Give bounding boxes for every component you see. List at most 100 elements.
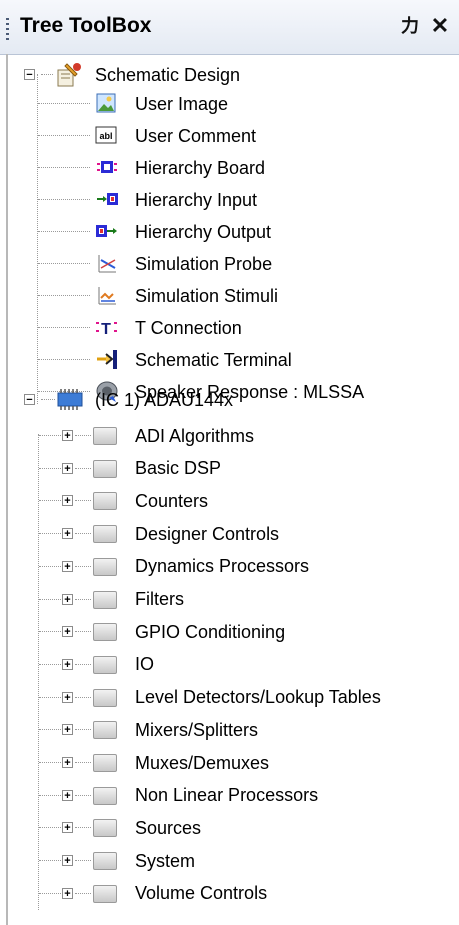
tree-node-level-detectors-lookup-tables[interactable]: Level Detectors/Lookup Tables (135, 682, 381, 714)
tree-guide-line (39, 533, 61, 535)
tree-guide-line (38, 327, 90, 328)
tree-guide-line (39, 435, 61, 436)
expand-toggle[interactable]: + (62, 528, 73, 540)
tree-node-t-connection[interactable]: T Connection (135, 312, 242, 344)
tree-guide-line (75, 860, 91, 862)
toolbox-title: Tree ToolBox (20, 14, 152, 37)
expand-toggle[interactable]: + (62, 658, 73, 670)
folder-icon (93, 786, 117, 805)
tree-node-schematic-design[interactable]: Schematic Design (95, 59, 240, 91)
expand-toggle[interactable]: + (62, 789, 73, 801)
expand-toggle[interactable]: + (62, 724, 73, 736)
tree-node-user-image[interactable]: User Image (135, 88, 228, 120)
tree-guide-line (75, 696, 91, 698)
folder-icon (93, 492, 117, 511)
tree-node-gpio-conditioning[interactable]: GPIO Conditioning (135, 616, 285, 648)
tree-guide-line (39, 794, 61, 796)
tree-guide-line (75, 892, 91, 894)
folder-icon (93, 721, 117, 740)
tree-node-basic-dsp[interactable]: Basic DSP (135, 453, 221, 485)
pin-icon[interactable]: ⼒ (399, 15, 421, 37)
stimuli-icon (95, 284, 117, 306)
tree-node-schematic-terminal[interactable]: Schematic Terminal (135, 344, 292, 376)
tree-node-user-comment[interactable]: User Comment (135, 120, 256, 152)
tree-node-mixers-splitters[interactable]: Mixers/Splitters (135, 714, 258, 746)
tree-guide-line (75, 500, 91, 502)
expand-toggle[interactable]: + (62, 560, 73, 572)
tree-guide-line (38, 135, 90, 136)
tree-node-system[interactable]: System (135, 845, 195, 877)
tree-node-hierarchy-output[interactable]: Hierarchy Output (135, 216, 271, 248)
tree-view[interactable]: − Schematic Design User Image abl User Com… (0, 54, 459, 925)
tree-guide-line (38, 434, 39, 910)
tree-node-ic[interactable]: (IC 1) ADAU144x (95, 384, 233, 416)
tree-guide-line (39, 892, 61, 894)
tree-guide-line (75, 762, 91, 763)
tree-node-sources[interactable]: Sources (135, 812, 201, 844)
tree-node-hierarchy-board[interactable]: Hierarchy Board (135, 152, 265, 184)
tree-node-volume-controls[interactable]: Volume Controls (135, 878, 267, 910)
tree-node-non-linear-processors[interactable]: Non Linear Processors (135, 780, 318, 812)
tree-guide-line (75, 565, 91, 567)
folder-icon (93, 852, 117, 871)
tree-guide-line (75, 663, 91, 665)
svg-text:T: T (101, 321, 111, 338)
tree-guide-line (75, 435, 91, 436)
expand-toggle[interactable]: + (62, 430, 73, 442)
tree-guide-line (39, 663, 61, 665)
chip-icon (57, 389, 83, 410)
tree-node-simulation-probe[interactable]: Simulation Probe (135, 248, 272, 280)
close-icon[interactable]: ✕ (428, 14, 452, 38)
tree-guide-line (39, 729, 61, 731)
tree-node-muxes-demuxes[interactable]: Muxes/Demuxes (135, 747, 269, 779)
tree-node-designer-controls[interactable]: Designer Controls (135, 518, 279, 550)
hierarchy-output-icon (95, 220, 117, 242)
tree-node-io[interactable]: IO (135, 649, 154, 681)
tree-guide-line (38, 295, 90, 296)
tree-node-adi-algorithms[interactable]: ADI Algorithms (135, 420, 254, 452)
tree-guide-line (75, 467, 91, 469)
collapse-toggle-ic[interactable]: − (24, 394, 35, 406)
folder-icon (93, 754, 117, 772)
tree-guide-line (37, 74, 38, 404)
folder-icon (93, 655, 117, 674)
tree-node-hierarchy-input[interactable]: Hierarchy Input (135, 184, 257, 216)
tree-node-dynamics-processors[interactable]: Dynamics Processors (135, 551, 309, 583)
expand-toggle[interactable]: + (62, 462, 73, 474)
tree-guide-line (39, 467, 61, 469)
collapse-toggle-schematic[interactable]: − (24, 69, 35, 81)
expand-toggle[interactable]: + (62, 822, 73, 834)
expand-toggle[interactable]: + (62, 757, 73, 769)
tree-guide-line (75, 794, 91, 796)
terminal-icon (95, 348, 117, 370)
t-connection-icon: T (95, 316, 117, 338)
tree-guide-line (38, 359, 90, 360)
tree-guide-line (75, 827, 91, 829)
toolbox-header: Tree ToolBox ⼒ ✕ (0, 0, 459, 55)
tree-guide-line (39, 696, 61, 698)
tree-guide-line (75, 533, 91, 535)
folder-icon (93, 590, 117, 609)
folder-icon (93, 557, 117, 576)
expand-toggle[interactable]: + (62, 887, 73, 899)
svg-text:abl: abl (99, 131, 112, 141)
tree-guide-line (38, 199, 90, 200)
tree-guide-line (75, 598, 91, 600)
tree-guide-line (38, 263, 90, 264)
tree-guide-line (39, 762, 61, 763)
tree-guide-line (75, 729, 91, 731)
folder-icon (93, 688, 117, 707)
tree-guide-line (41, 399, 55, 400)
tree-node-counters[interactable]: Counters (135, 485, 208, 517)
drag-grip-icon[interactable] (6, 18, 9, 40)
expand-toggle[interactable]: + (62, 626, 73, 638)
expand-toggle[interactable]: + (62, 593, 73, 605)
expand-toggle[interactable]: + (62, 691, 73, 703)
expand-toggle[interactable]: + (62, 855, 73, 867)
tree-node-filters[interactable]: Filters (135, 584, 184, 616)
expand-toggle[interactable]: + (62, 495, 73, 507)
probe-icon (95, 252, 117, 274)
tree-node-simulation-stimuli[interactable]: Simulation Stimuli (135, 280, 278, 312)
tree-guide-line (41, 74, 53, 75)
tree-guide-line (38, 103, 90, 104)
